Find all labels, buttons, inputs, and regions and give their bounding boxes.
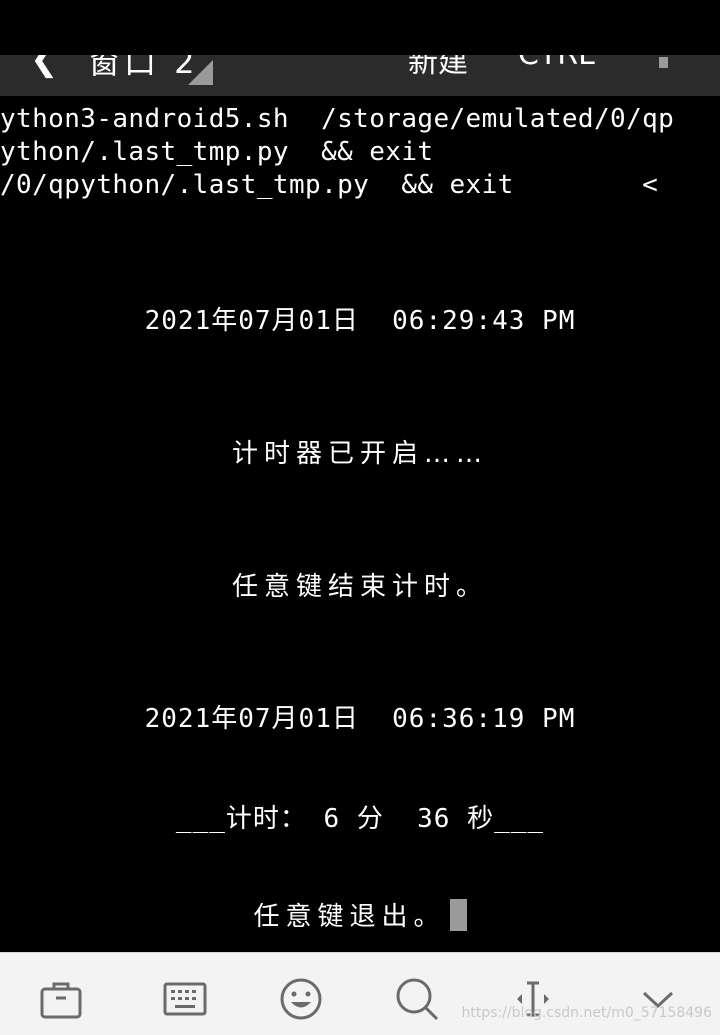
briefcase-icon[interactable]: [37, 975, 85, 1023]
end-timestamp: 2021年07月01日 06:36:19 PM: [144, 704, 576, 734]
keyboard-toolbar: https://blog.csdn.net/m0_57158496: [0, 952, 720, 1035]
elapsed-time-result: ___计时： 6 分 36 秒___: [175, 804, 545, 834]
press-any-key-stop-message: 任意键结束计时。: [231, 572, 488, 602]
emoji-icon[interactable]: [277, 975, 325, 1023]
session-selector[interactable]: 窗口 2: [88, 55, 199, 83]
timer-started-message: 计时器已开启……: [231, 439, 488, 469]
terminal-output[interactable]: ython3-android5.sh /storage/emulated/0/q…: [0, 96, 720, 952]
ctrl-key-button[interactable]: CTRL: [518, 55, 595, 72]
watermark-url: https://blog.csdn.net/m0_57158496: [461, 1005, 712, 1021]
terminal-line: ython/.last_tmp.py && exit: [0, 137, 434, 167]
start-timestamp: 2021年07月01日 06:29:43 PM: [144, 306, 576, 336]
terminal-line: /0/qpython/.last_tmp.py && exit <: [0, 170, 659, 200]
toolbar-strip: ❮ 窗口 2 新建 CTRL: [0, 55, 720, 96]
search-icon[interactable]: [393, 975, 441, 1023]
terminal-cursor: [449, 899, 467, 931]
press-any-key-exit-message: 任意键退出。: [253, 902, 446, 932]
back-chevron-left-icon[interactable]: ❮: [30, 55, 59, 79]
terminal-line: ython3-android5.sh /storage/emulated/0/q…: [0, 104, 675, 134]
new-session-button[interactable]: 新建: [408, 55, 468, 81]
overflow-menu-icon[interactable]: [659, 57, 668, 68]
keyboard-icon[interactable]: [161, 975, 209, 1023]
exit-prompt-line: 任意键退出。: [0, 896, 720, 933]
dropdown-triangle-icon[interactable]: [188, 60, 213, 85]
app-top-bar: ❮ 窗口 2 新建 CTRL: [0, 0, 720, 96]
